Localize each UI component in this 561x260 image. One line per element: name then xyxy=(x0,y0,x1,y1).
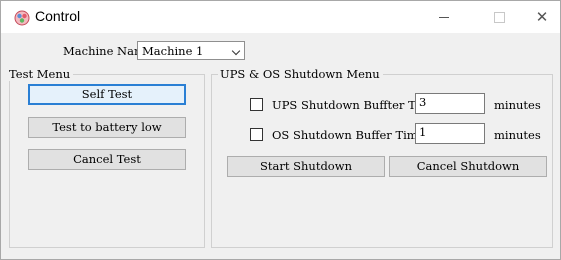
cancel-test-button[interactable]: Cancel Test xyxy=(28,149,186,170)
machine-name-select[interactable]: Machine 1 xyxy=(137,41,245,60)
control-window: Control ✕ Machine Name: Machine 1 Test M… xyxy=(0,0,561,260)
shutdown-menu-title: UPS & OS Shutdown Menu xyxy=(218,67,383,81)
window-title: Control xyxy=(35,8,81,24)
ups-shutdown-checkbox[interactable] xyxy=(250,98,263,111)
close-button[interactable]: ✕ xyxy=(519,1,561,33)
maximize-icon xyxy=(493,11,505,23)
shutdown-menu-group: UPS & OS Shutdown Menu UPS Shutdown Buff… xyxy=(211,67,553,248)
maximize-button[interactable] xyxy=(476,1,522,33)
test-menu-title: Test Menu xyxy=(9,67,74,81)
ups-shutdown-label: UPS Shutdown Buffter Time xyxy=(272,98,438,112)
os-shutdown-label: OS Shutdown Buffer Time xyxy=(272,128,425,142)
ups-shutdown-input[interactable]: 3 xyxy=(415,93,485,114)
start-shutdown-button[interactable]: Start Shutdown xyxy=(227,156,385,177)
chevron-down-icon xyxy=(231,46,241,56)
title-bar: Control ✕ xyxy=(1,1,560,33)
cancel-shutdown-button[interactable]: Cancel Shutdown xyxy=(389,156,547,177)
os-shutdown-checkbox[interactable] xyxy=(250,128,263,141)
test-battery-low-button[interactable]: Test to battery low xyxy=(28,117,186,138)
close-icon: ✕ xyxy=(535,8,549,26)
minimize-button[interactable] xyxy=(421,1,467,33)
ups-minutes-label: minutes xyxy=(494,98,541,112)
machine-name-value: Machine 1 xyxy=(142,44,204,58)
os-minutes-label: minutes xyxy=(494,128,541,142)
minimize-icon xyxy=(439,16,449,18)
app-icon xyxy=(14,10,30,26)
os-shutdown-input[interactable]: 1 xyxy=(415,123,485,144)
test-menu-group: Test Menu Self Test Test to battery low … xyxy=(9,67,205,248)
self-test-button[interactable]: Self Test xyxy=(28,84,186,105)
